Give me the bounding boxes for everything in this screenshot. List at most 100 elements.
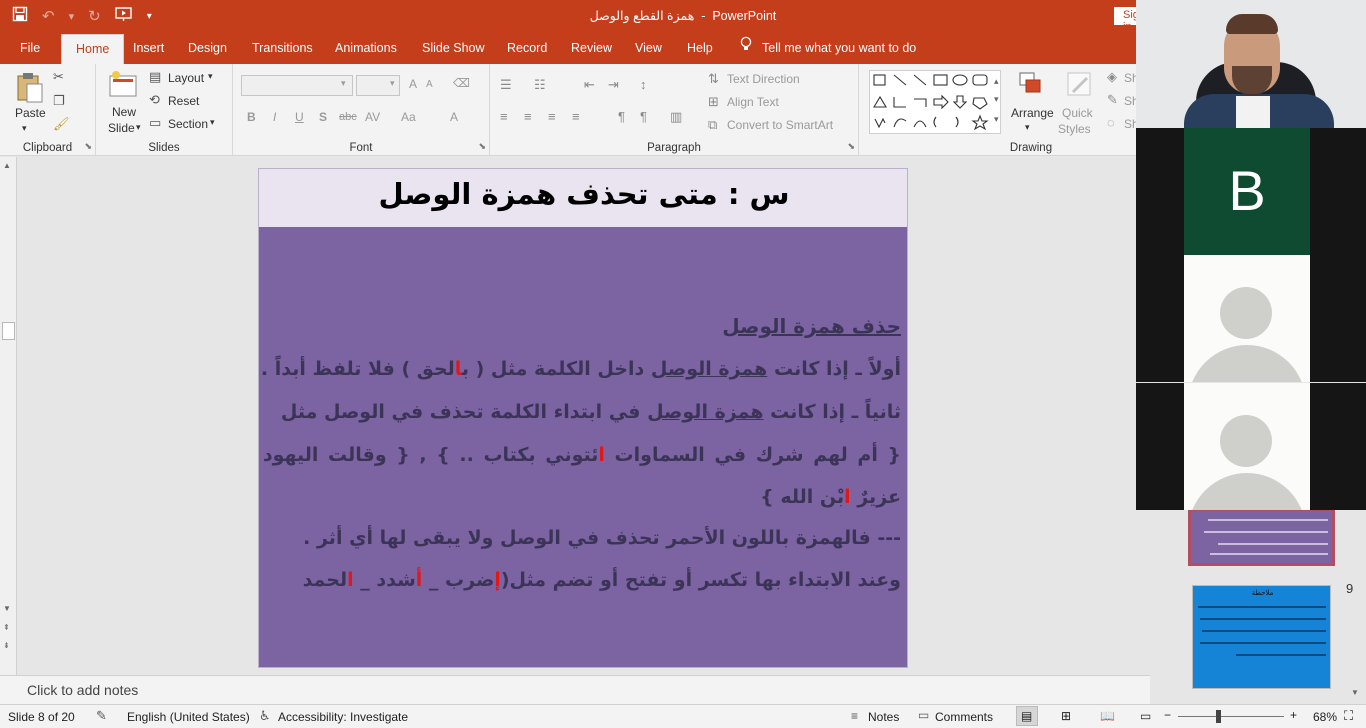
underline-button[interactable]: U (295, 110, 304, 124)
quick-styles-label-2[interactable]: Styles (1058, 122, 1091, 136)
tab-insert[interactable]: Insert (133, 32, 164, 64)
layout-dropdown-icon[interactable]: ▾ (208, 71, 213, 82)
scrollbar-thumb[interactable] (2, 322, 15, 340)
rtl-icon[interactable]: ¶ (618, 109, 625, 124)
slide-title[interactable]: س : متى تحذف همزة الوصل (259, 177, 907, 211)
slide-show-view-icon[interactable]: ▭ (1140, 709, 1151, 723)
zoom-slider-track[interactable] (1178, 716, 1284, 717)
current-slide[interactable]: س : متى تحذف همزة الوصل حذف همزة الوصل أ… (258, 168, 908, 668)
slide-sorter-view-icon[interactable]: ⊞ (1061, 709, 1071, 723)
comments-button[interactable]: Comments (935, 710, 993, 724)
decrease-font-size-icon[interactable]: A (426, 79, 433, 90)
comments-icon[interactable]: ▭ (918, 708, 929, 722)
smartart-icon[interactable]: ⧉ (708, 117, 717, 133)
ltr-icon[interactable]: ¶ (640, 109, 647, 124)
tab-review[interactable]: Review (571, 32, 612, 64)
shapes-gallery[interactable] (869, 70, 1001, 134)
editor-vertical-scrollbar[interactable]: ▲ ▼ ⇞ ⇟ (0, 157, 17, 675)
arrange-button[interactable]: Arrange (1011, 106, 1054, 120)
slide-body-text[interactable]: حذف همزة الوصل أولاً ـ إذا كانت همزة الو… (261, 305, 901, 600)
font-launcher-icon[interactable]: ⬊ (478, 141, 486, 152)
new-slide-icon[interactable] (108, 70, 138, 100)
strikethrough-button[interactable]: abc (339, 111, 357, 123)
new-slide-label-1[interactable]: New (112, 105, 136, 119)
spelling-icon[interactable]: ✎ (96, 708, 107, 724)
tab-view[interactable]: View (635, 32, 662, 64)
paragraph-launcher-icon[interactable]: ⬊ (847, 141, 855, 152)
increase-font-size-icon[interactable]: A (409, 77, 417, 91)
font-size-dropdown-icon[interactable]: ▾ (390, 78, 395, 89)
tab-record[interactable]: Record (507, 32, 547, 64)
shapes-gallery-up-icon[interactable]: ▴ (994, 76, 999, 87)
copy-icon[interactable]: ❐ (53, 93, 65, 109)
paste-icon[interactable] (15, 72, 45, 103)
font-color-button[interactable]: A (450, 110, 458, 124)
tab-animations[interactable]: Animations (335, 32, 397, 64)
quick-styles-label-1[interactable]: Quick (1062, 106, 1093, 120)
new-slide-dropdown-icon[interactable]: ▾ (136, 122, 141, 133)
notes-button[interactable]: Notes (868, 710, 899, 724)
arrange-icon[interactable] (1017, 70, 1047, 100)
section-button[interactable]: Section (168, 117, 208, 131)
character-spacing-button[interactable]: AV (365, 110, 380, 124)
text-shadow-button[interactable]: S (319, 110, 327, 124)
italic-button[interactable]: I (273, 110, 276, 124)
accessibility-status[interactable]: Accessibility: Investigate (278, 710, 408, 724)
paste-label[interactable]: Paste (15, 106, 46, 120)
scroll-up-icon[interactable]: ▲ (3, 161, 11, 170)
notes-placeholder[interactable]: Click to add notes (27, 682, 138, 698)
section-icon[interactable]: ▭ (149, 115, 161, 131)
change-case-button[interactable]: Aa (401, 110, 416, 124)
convert-smartart-button[interactable]: Convert to SmartArt (727, 118, 833, 132)
language-indicator[interactable]: English (United States) (127, 710, 250, 724)
decrease-indent-icon[interactable]: ⇤ (584, 77, 595, 93)
cut-icon[interactable]: ✂ (53, 69, 64, 85)
align-text-icon[interactable]: ⊞ (708, 94, 719, 110)
align-text-button[interactable]: Align Text (727, 95, 779, 109)
quick-styles-icon[interactable] (1065, 70, 1095, 100)
reset-icon[interactable]: ⟲ (149, 92, 160, 108)
justify-icon[interactable]: ≡ (572, 109, 580, 124)
font-name-dropdown-icon[interactable]: ▾ (341, 78, 346, 89)
layout-button[interactable]: Layout (168, 71, 204, 85)
shape-fill-icon[interactable]: ◈ (1107, 69, 1117, 85)
tab-slide-show[interactable]: Slide Show (422, 32, 485, 64)
numbering-icon[interactable]: ☷ (534, 77, 546, 93)
thumbnail-slide-8[interactable] (1188, 508, 1335, 566)
thumbnails-scroll-down-icon[interactable]: ▼ (1351, 688, 1359, 697)
font-name-input[interactable] (241, 75, 353, 96)
fit-to-window-icon[interactable]: ⛶ (1344, 708, 1353, 724)
scroll-down-icon[interactable]: ▼ (3, 604, 11, 613)
previous-slide-icon[interactable]: ⇞ (3, 623, 10, 632)
tab-help[interactable]: Help (687, 32, 713, 64)
text-direction-button[interactable]: Text Direction (727, 72, 800, 86)
new-slide-label-2[interactable]: Slide (108, 121, 135, 135)
increase-indent-icon[interactable]: ⇥ (608, 77, 619, 93)
columns-icon[interactable]: ▥ (670, 109, 682, 125)
shape-effects-icon[interactable]: ◌ (1107, 115, 1115, 130)
align-left-icon[interactable]: ≡ (500, 109, 508, 124)
notes-icon[interactable]: ≡ (851, 709, 858, 723)
shape-outline-icon[interactable]: ✎ (1107, 92, 1118, 108)
tab-home[interactable]: Home (61, 34, 125, 64)
arrange-dropdown-icon[interactable]: ▾ (1025, 122, 1030, 133)
clear-formatting-icon[interactable]: ⌫ (453, 76, 470, 90)
zoom-level[interactable]: 68% (1313, 710, 1337, 724)
text-direction-icon[interactable]: ⇅ (708, 71, 719, 87)
layout-icon[interactable]: ▤ (149, 69, 161, 85)
reset-button[interactable]: Reset (168, 94, 199, 108)
next-slide-icon[interactable]: ⇟ (3, 641, 10, 650)
section-dropdown-icon[interactable]: ▾ (210, 117, 215, 128)
zoom-slider-handle[interactable] (1216, 710, 1221, 723)
tell-me-search[interactable]: Tell me what you want to do (740, 32, 916, 64)
shapes-gallery-down-icon[interactable]: ▾ (994, 94, 999, 105)
shapes-gallery-more-icon[interactable]: ▾ (994, 114, 999, 125)
align-right-icon[interactable]: ≡ (548, 109, 556, 124)
format-painter-icon[interactable]: 🖌 (53, 116, 70, 132)
reading-view-icon[interactable]: 📖 (1100, 709, 1115, 723)
zoom-in-icon[interactable]: + (1290, 708, 1297, 722)
tab-design[interactable]: Design (188, 32, 227, 64)
tab-file[interactable]: File (20, 32, 40, 64)
paste-dropdown-icon[interactable]: ▾ (22, 123, 27, 134)
notes-pane[interactable]: Click to add notes (0, 675, 1150, 704)
